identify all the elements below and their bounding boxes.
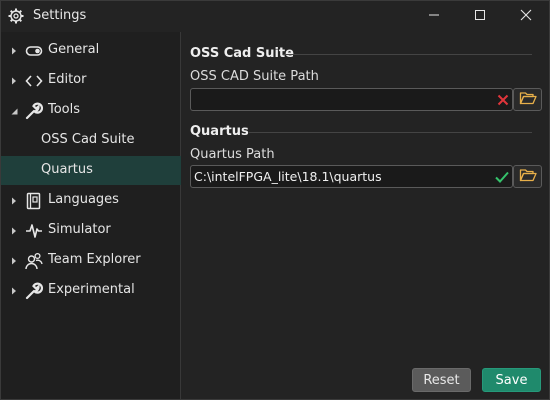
sidebar-item-quartus[interactable]: Quartus	[1, 156, 181, 185]
book-icon	[25, 192, 43, 210]
wrench-icon	[25, 102, 44, 120]
save-button[interactable]: Save	[482, 368, 541, 392]
oss-browse-button[interactable]	[513, 88, 542, 111]
sidebar-item-experimental[interactable]: Experimental	[1, 276, 181, 305]
minimize-icon	[428, 9, 440, 25]
title-bar[interactable]: Settings	[1, 1, 549, 32]
code-brackets-icon	[25, 72, 43, 90]
oss-path-label: OSS CAD Suite Path	[190, 69, 319, 84]
maximize-button[interactable]	[457, 1, 503, 32]
chevron-right-icon[interactable]	[9, 285, 19, 295]
sidebar-item-general[interactable]: General	[1, 36, 181, 65]
sidebar-item-oss-cad-suite[interactable]: OSS Cad Suite	[1, 126, 181, 155]
section-title-oss-cad-suite: OSS Cad Suite	[190, 46, 294, 61]
chevron-right-icon[interactable]	[9, 225, 19, 235]
sidebar-item-label: Editor	[48, 72, 87, 87]
folder-open-icon	[519, 167, 537, 187]
minimize-button[interactable]	[411, 1, 457, 32]
sidebar-item-editor[interactable]: Editor	[1, 66, 181, 95]
quartus-browse-button[interactable]	[513, 165, 542, 188]
window-title: Settings	[33, 8, 87, 23]
sidebar-item-team-explorer[interactable]: Team Explorer	[1, 246, 181, 275]
sidebar-item-label: Team Explorer	[48, 252, 141, 267]
oss-path-input[interactable]	[190, 88, 513, 111]
settings-sidebar: General Editor Tools OSS Cad Suite Quart	[1, 32, 181, 399]
quartus-path-input[interactable]	[190, 165, 513, 188]
reset-button[interactable]: Reset	[412, 368, 471, 392]
sidebar-item-tools[interactable]: Tools	[1, 96, 181, 125]
sidebar-item-label: Languages	[48, 192, 119, 207]
section-divider	[249, 132, 532, 133]
sidebar-item-label: OSS Cad Suite	[41, 132, 135, 147]
section-divider	[283, 54, 532, 55]
toggle-icon	[25, 42, 43, 60]
quartus-path-label: Quartus Path	[190, 147, 275, 162]
folder-open-icon	[519, 90, 537, 110]
maximize-icon	[474, 9, 486, 25]
chevron-right-icon[interactable]	[9, 255, 19, 265]
sidebar-item-label: Quartus	[41, 162, 93, 177]
sidebar-item-languages[interactable]: Languages	[1, 186, 181, 215]
section-title-quartus: Quartus	[190, 124, 249, 139]
sidebar-item-simulator[interactable]: Simulator	[1, 216, 181, 245]
sidebar-item-label: Tools	[48, 102, 81, 117]
invalid-x-icon	[495, 92, 511, 108]
chevron-right-icon[interactable]	[9, 195, 19, 205]
chevron-right-icon[interactable]	[9, 75, 19, 85]
close-icon	[520, 9, 532, 25]
chevron-down-icon[interactable]	[9, 105, 19, 115]
settings-content: OSS Cad Suite OSS CAD Suite Path Quartus…	[182, 32, 549, 399]
close-button[interactable]	[503, 1, 549, 32]
gear-icon	[8, 8, 24, 24]
wrench-icon	[25, 282, 44, 300]
sidebar-item-label: Experimental	[48, 282, 135, 297]
chevron-right-icon[interactable]	[9, 45, 19, 55]
team-icon	[25, 252, 43, 270]
sidebar-item-label: Simulator	[48, 222, 111, 237]
sidebar-item-label: General	[48, 42, 100, 57]
waveform-icon	[25, 222, 43, 240]
settings-window: Settings General Editor Tools OSS Cad Su…	[0, 0, 550, 400]
valid-check-icon	[494, 169, 510, 185]
